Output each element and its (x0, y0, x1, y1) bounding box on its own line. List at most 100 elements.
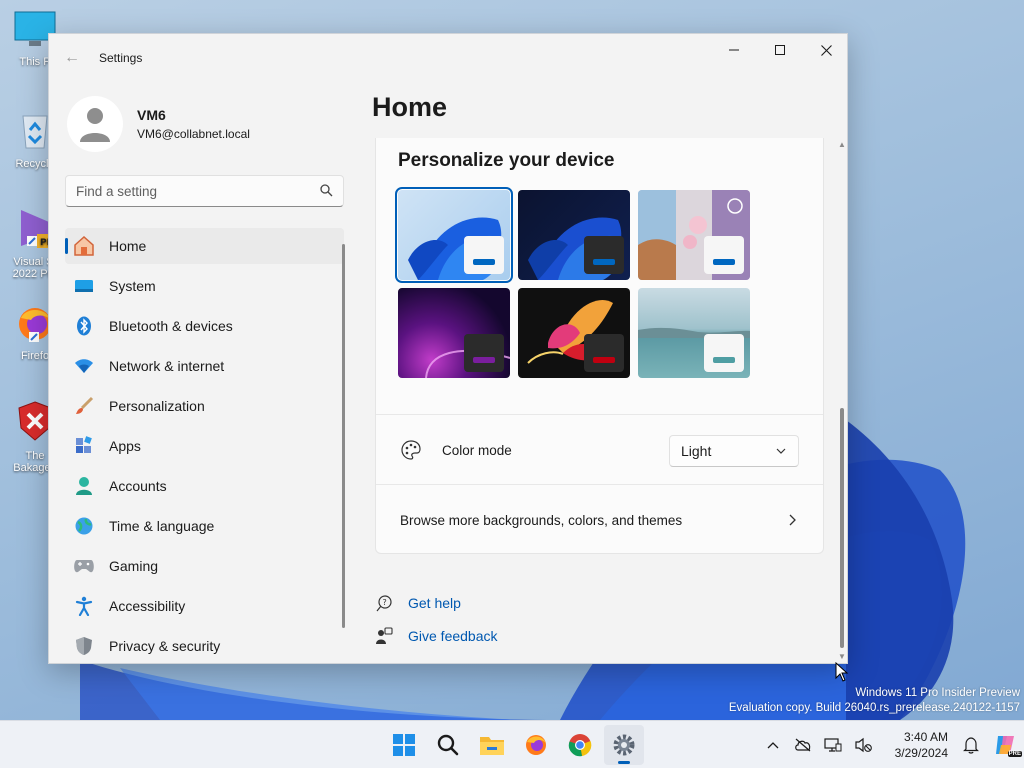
volume-button[interactable] (848, 729, 878, 761)
scroll-down-icon[interactable]: ▼ (838, 652, 846, 661)
start-button[interactable] (384, 725, 424, 765)
get-help-label: Get help (408, 594, 461, 611)
chrome-taskbar-button[interactable] (560, 725, 600, 765)
back-button[interactable]: ← (61, 48, 83, 68)
sidebar-item-home[interactable]: Home (65, 228, 344, 264)
theme-windows-light[interactable] (395, 187, 513, 283)
clock-date: 3/29/2024 (894, 746, 948, 760)
sidebar-item-bluetooth-devices[interactable]: Bluetooth & devices (65, 308, 344, 344)
clock[interactable]: 3:40 AM 3/29/2024 (878, 729, 948, 761)
sidebar-nav: Home System Bluetooth & devices Network … (65, 228, 344, 663)
user-name: VM6 (137, 107, 166, 123)
svg-text:?: ? (383, 598, 387, 607)
theme-windows-dark[interactable] (518, 190, 630, 280)
sidebar-item-apps[interactable]: Apps (65, 428, 344, 464)
palette-icon (401, 440, 421, 460)
browse-themes-row[interactable]: Browse more backgrounds, colors, and the… (376, 486, 823, 554)
sidebar-item-system[interactable]: System (65, 268, 344, 304)
settings-icon (613, 734, 635, 756)
taskbar-search-button[interactable] (428, 725, 468, 765)
firefox-icon (526, 735, 546, 755)
copilot-pre-badge: PRE (1007, 751, 1022, 757)
search-input[interactable] (66, 176, 306, 206)
help-links: ? Get help Give feedback (374, 586, 498, 652)
network-icon (824, 738, 842, 752)
evaluation-watermark: Windows 11 Pro Insider Preview Evaluatio… (729, 686, 1020, 716)
theme-flow[interactable] (638, 288, 750, 378)
sidebar-item-privacy-security[interactable]: Privacy & security (65, 628, 344, 663)
home-icon (73, 235, 95, 257)
maximize-button[interactable] (757, 34, 803, 66)
feedback-icon (374, 626, 394, 645)
clock-time: 3:40 AM (903, 730, 948, 744)
theme-captured-motion[interactable] (518, 288, 630, 378)
file-explorer-icon (480, 737, 504, 755)
speaker-muted-icon (855, 737, 872, 753)
get-help-link[interactable]: ? Get help (374, 586, 498, 619)
sidebar-item-label: Network & internet (109, 358, 225, 374)
sidebar-item-label: Accessibility (109, 598, 186, 614)
sidebar-item-time-language[interactable]: Time & language (65, 508, 344, 544)
wifi-icon (73, 355, 95, 377)
give-feedback-label: Give feedback (408, 627, 498, 644)
sidebar-item-personalization[interactable]: Personalization (65, 388, 344, 424)
avatar (67, 96, 123, 152)
user-profile[interactable]: VM6 VM6@collabnet.local (67, 96, 250, 152)
mouse-cursor (835, 662, 849, 682)
chevron-up-icon (767, 742, 779, 749)
sidebar-item-label: Gaming (109, 558, 159, 574)
search-box[interactable] (65, 175, 344, 207)
file-explorer-button[interactable] (472, 725, 512, 765)
title-bar[interactable]: ← Settings (49, 34, 847, 82)
network-button[interactable] (818, 729, 848, 761)
personalize-card: Personalize your device Color mode Light… (375, 138, 824, 554)
scroll-up-icon[interactable]: ▲ (838, 140, 846, 149)
sidebar-item-label: Privacy & security (109, 638, 221, 654)
settings-taskbar-button[interactable] (604, 725, 644, 765)
theme-glow[interactable] (398, 288, 510, 378)
color-mode-value: Light (681, 443, 712, 459)
card-divider (376, 414, 823, 415)
chevron-down-icon (776, 448, 786, 454)
shield-icon (73, 635, 95, 657)
page-title: Home (372, 92, 448, 122)
sidebar-item-accounts[interactable]: Accounts (65, 468, 344, 504)
accessibility-icon (73, 595, 95, 617)
globe-icon (73, 515, 95, 537)
sidebar-scrollbar[interactable] (342, 244, 345, 628)
color-mode-dropdown[interactable]: Light (669, 435, 799, 467)
bluetooth-icon (73, 315, 95, 337)
maximize-icon (775, 45, 785, 55)
chrome-icon (568, 734, 592, 757)
gamepad-icon (73, 555, 95, 577)
sidebar-item-network[interactable]: Network & internet (65, 348, 344, 384)
help-icon: ? (374, 594, 394, 612)
personalize-title: Personalize your device (398, 150, 615, 171)
color-mode-row: Color mode Light (376, 416, 823, 484)
system-tray: 3:40 AM 3/29/2024 PRE (758, 721, 1024, 768)
onedrive-button[interactable] (788, 729, 818, 761)
show-hidden-icons-button[interactable] (758, 729, 788, 761)
browse-themes-label: Browse more backgrounds, colors, and the… (400, 512, 683, 528)
minimize-icon (729, 49, 739, 51)
main-scrollbar[interactable]: ▲ ▼ (836, 138, 847, 663)
copilot-button[interactable]: PRE (986, 729, 1024, 761)
give-feedback-link[interactable]: Give feedback (374, 619, 498, 652)
minimize-button[interactable] (711, 34, 757, 66)
sidebar-item-label: Time & language (109, 518, 215, 534)
brush-icon (73, 395, 95, 417)
sidebar-item-label: Bluetooth & devices (109, 318, 233, 334)
close-button[interactable] (803, 34, 847, 66)
start-icon (393, 734, 415, 756)
sidebar-item-accessibility[interactable]: Accessibility (65, 588, 344, 624)
sidebar-item-label: Apps (109, 438, 141, 454)
notifications-button[interactable] (956, 729, 986, 761)
theme-spotlight[interactable] (638, 190, 750, 280)
scroll-thumb[interactable] (840, 408, 844, 648)
taskbar-apps (384, 721, 644, 768)
watermark-line-1: Windows 11 Pro Insider Preview (855, 687, 1020, 699)
search-icon[interactable] (320, 184, 333, 197)
firefox-taskbar-button[interactable] (516, 725, 556, 765)
bell-icon (963, 737, 979, 754)
sidebar-item-gaming[interactable]: Gaming (65, 548, 344, 584)
